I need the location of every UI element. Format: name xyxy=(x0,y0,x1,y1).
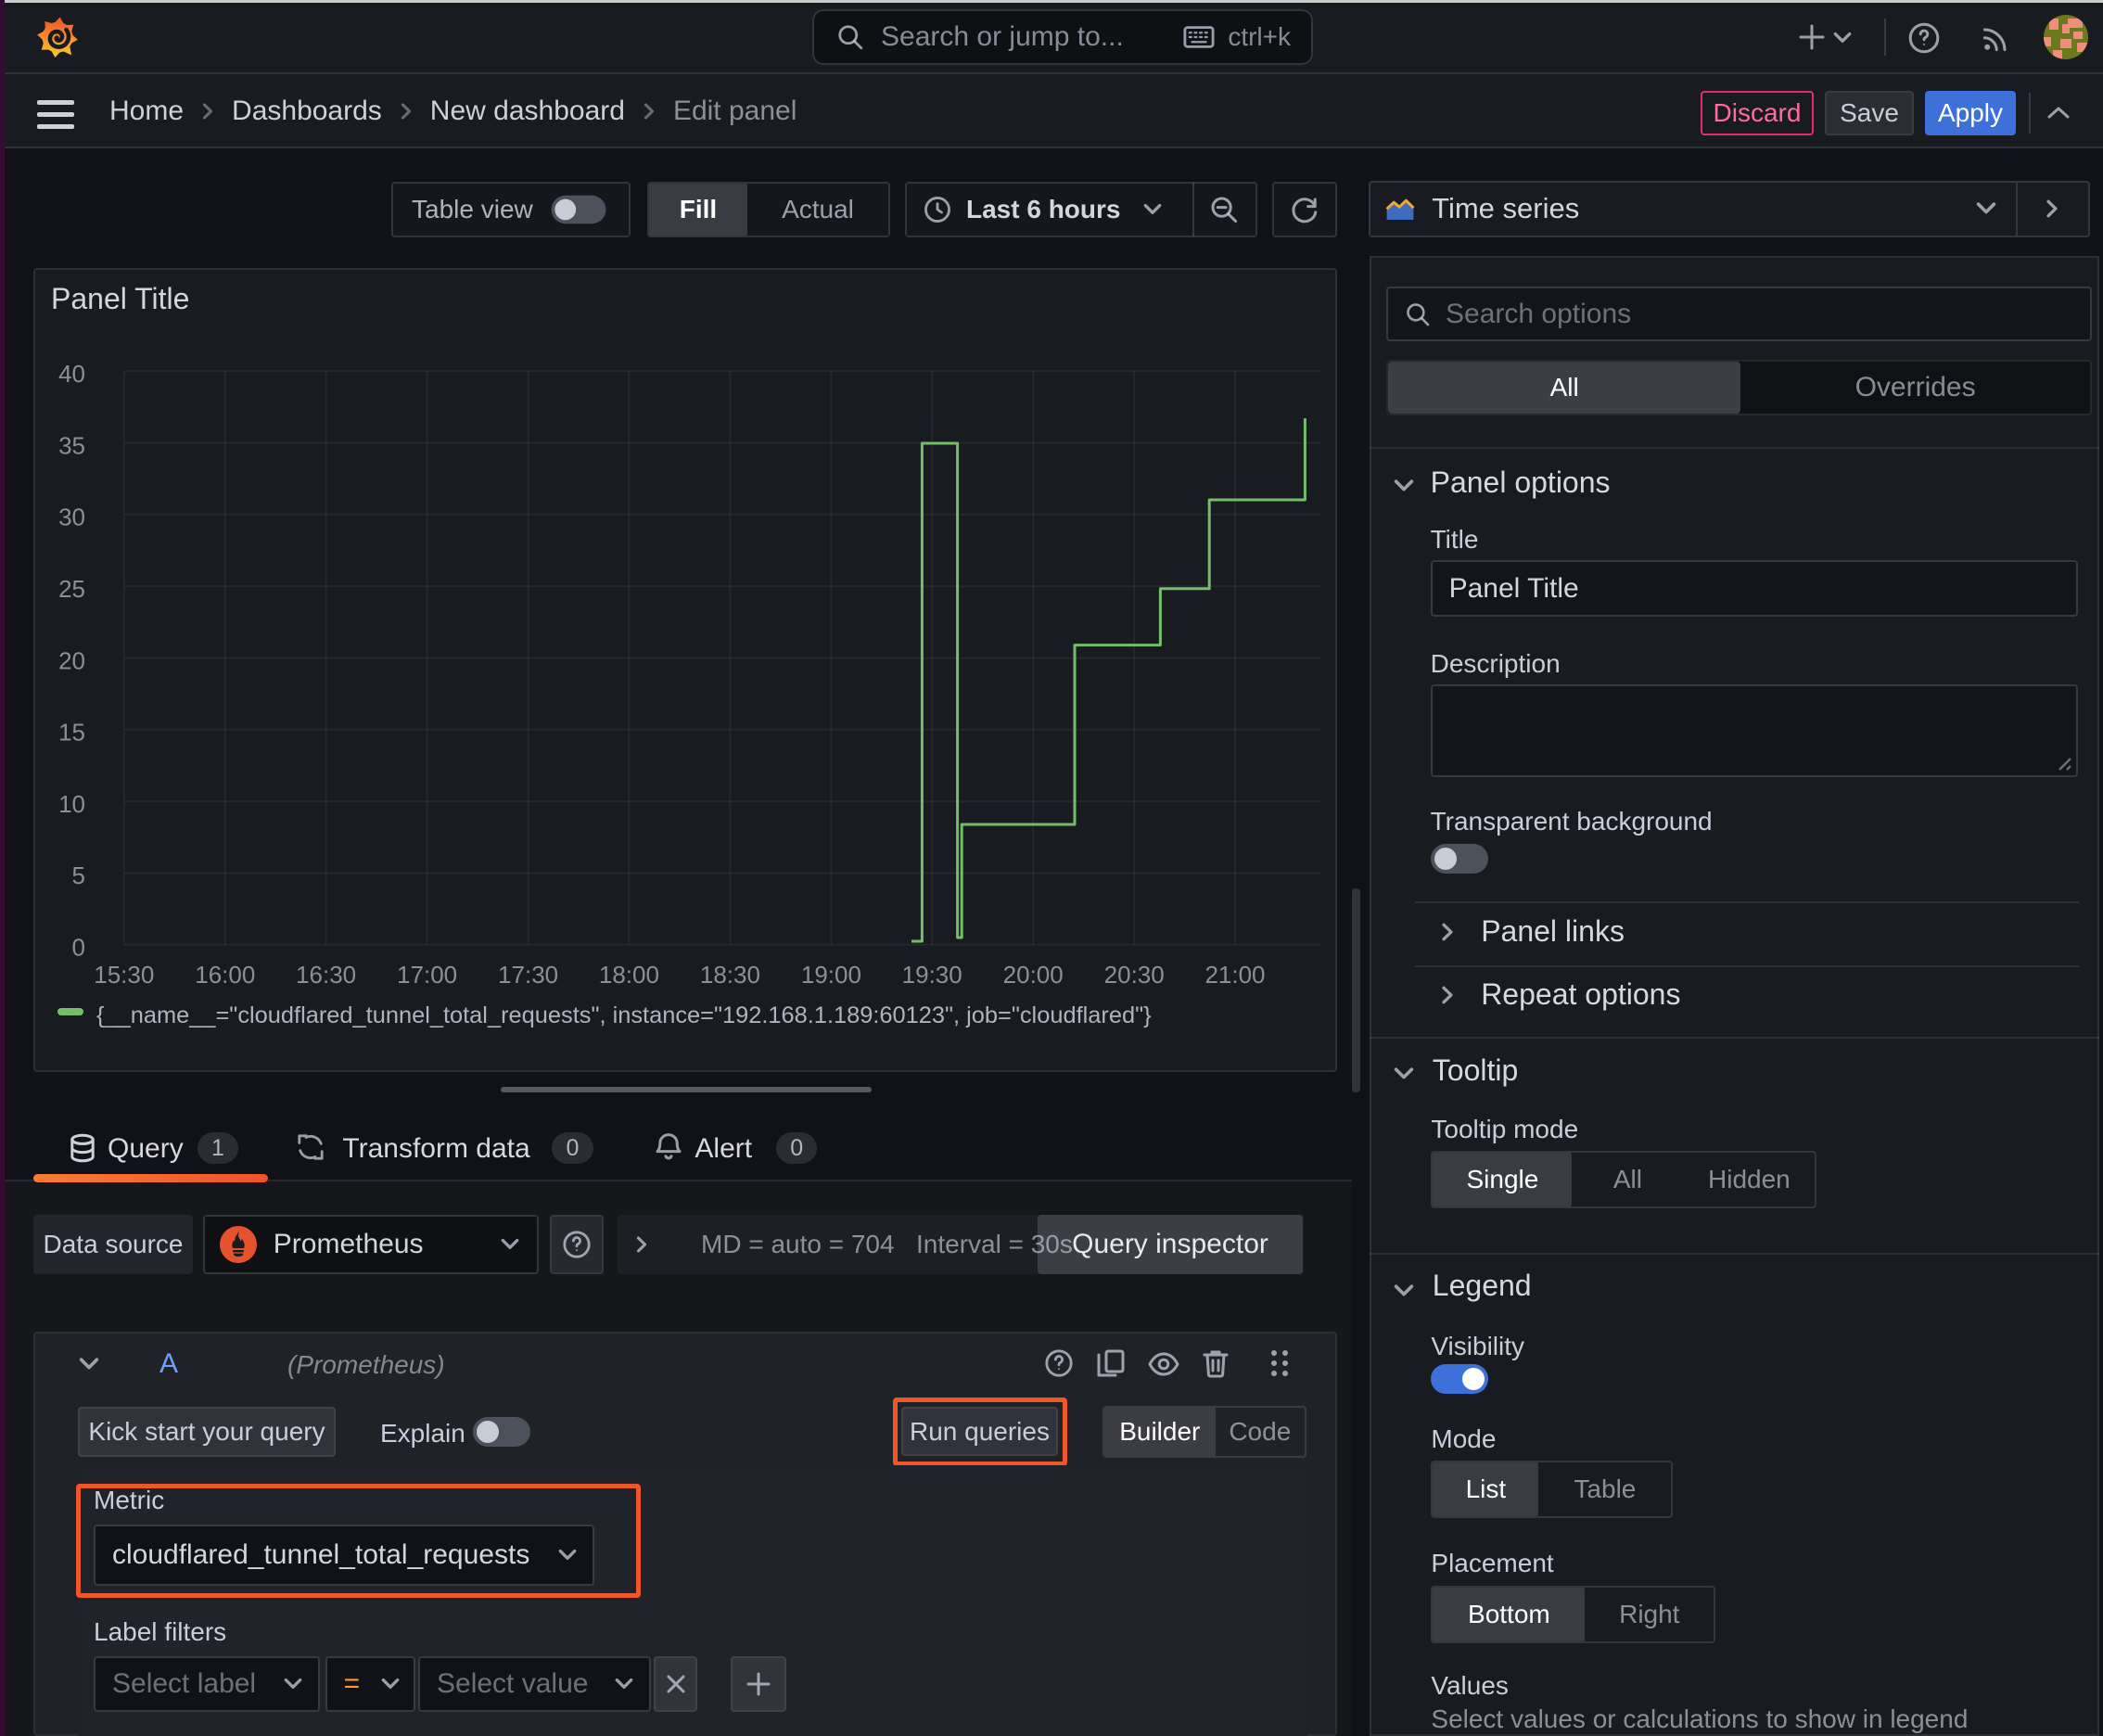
svg-text:25: 25 xyxy=(58,575,85,603)
svg-text:40: 40 xyxy=(58,360,85,388)
svg-text:0: 0 xyxy=(72,934,85,962)
svg-text:35: 35 xyxy=(58,431,85,459)
svg-text:30: 30 xyxy=(58,504,85,531)
svg-text:18:00: 18:00 xyxy=(599,961,659,989)
svg-text:20: 20 xyxy=(58,646,85,674)
svg-text:{__name__="cloudflared_tunnel_: {__name__="cloudflared_tunnel_total_requ… xyxy=(96,1002,1152,1028)
svg-text:21:00: 21:00 xyxy=(1204,961,1265,989)
svg-text:17:00: 17:00 xyxy=(397,961,457,989)
svg-text:17:30: 17:30 xyxy=(498,961,558,989)
svg-text:19:30: 19:30 xyxy=(902,961,962,989)
svg-text:5: 5 xyxy=(72,862,85,889)
svg-text:20:00: 20:00 xyxy=(1003,961,1064,989)
svg-text:18:30: 18:30 xyxy=(700,961,760,989)
svg-text:16:30: 16:30 xyxy=(296,961,356,989)
svg-text:10: 10 xyxy=(58,790,85,818)
svg-text:15: 15 xyxy=(58,719,85,747)
svg-text:19:00: 19:00 xyxy=(801,961,861,989)
svg-text:15:30: 15:30 xyxy=(94,961,154,989)
svg-text:16:00: 16:00 xyxy=(195,961,255,989)
svg-text:20:30: 20:30 xyxy=(1104,961,1165,989)
